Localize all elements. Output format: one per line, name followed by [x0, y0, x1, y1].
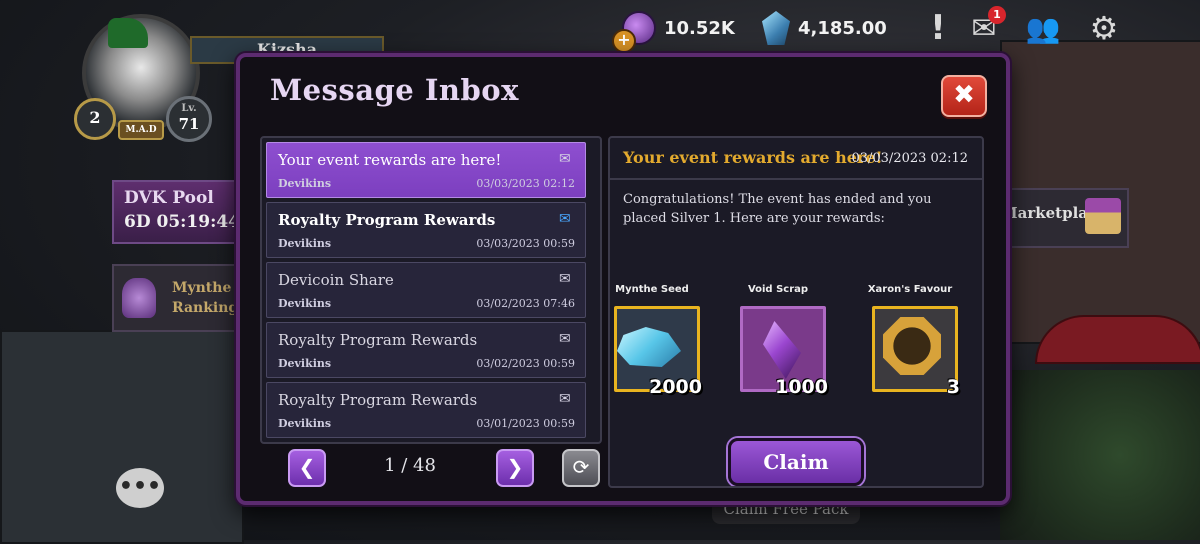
unread-mail-icon: ✉ [559, 211, 571, 227]
next-page-button[interactable]: ❯ [496, 449, 534, 487]
detail-body: Congratulations! The event has ended and… [623, 192, 932, 226]
message-date: 03/01/2023 00:59 [476, 417, 575, 430]
market-stall-icon [1085, 198, 1121, 234]
message-list: Your event rewards are here! ✉ Devikins … [260, 136, 602, 444]
mynthe-ranking-label: Mynthe Ranking [172, 278, 238, 318]
reward-name: Xaron's Favour [867, 284, 953, 295]
mail-icon[interactable]: ✉ 1 [966, 6, 1006, 46]
background-awning [1035, 315, 1200, 364]
message-item[interactable]: Your event rewards are here! ✉ Devikins … [266, 142, 586, 198]
read-mail-icon: ✉ [559, 271, 571, 287]
alert-icon[interactable]: ! [920, 8, 956, 48]
level-value: 71 [178, 115, 200, 133]
reward-slot [872, 306, 958, 392]
message-sender: Devikins [278, 177, 332, 190]
message-sender: Devikins [278, 237, 332, 250]
mail-count-badge: 1 [988, 6, 1006, 24]
dvk-pool-title: DVK Pool [124, 188, 214, 208]
friends-icon[interactable]: 👥 [1025, 10, 1061, 46]
page-indicator: 1 / 48 [384, 455, 436, 476]
message-sender: Devikins [278, 297, 332, 310]
rank-badge: 2 [74, 98, 116, 140]
message-title: Devicoin Share [278, 271, 394, 289]
claim-button[interactable]: Claim [728, 438, 864, 486]
chat-icon[interactable]: ••• [116, 468, 164, 508]
dvk-pool-timer: 6D 05:19:44 [124, 212, 241, 232]
mynthe-label-line1: Mynthe [172, 280, 232, 296]
void-scrap-icon [763, 321, 801, 379]
detail-title: Your event rewards are here! [623, 148, 883, 167]
currency-gem[interactable]: 4,185.00 [762, 11, 887, 45]
reward-item[interactable]: Void Scrap 1000 [728, 284, 828, 398]
message-date: 03/03/2023 00:59 [476, 237, 575, 250]
message-title: Royalty Program Rewards [278, 331, 478, 349]
level-label: Lv. [181, 103, 197, 114]
guild-badge: M.A.D [118, 120, 164, 140]
message-item[interactable]: Royalty Program Rewards ✉ Devikins 03/02… [266, 322, 586, 378]
refresh-button[interactable]: ⟳ [562, 449, 600, 487]
message-date: 03/02/2023 07:46 [476, 297, 575, 310]
reward-count: 3 [946, 376, 960, 398]
message-sender: Devikins [278, 357, 332, 370]
message-date: 03/02/2023 00:59 [476, 357, 575, 370]
reward-name: Mynthe Seed [615, 284, 689, 295]
currency-soul[interactable]: + 10.52K [612, 11, 735, 53]
close-button[interactable]: ✖ [941, 75, 987, 117]
add-currency-icon[interactable]: + [612, 29, 636, 53]
detail-date: 03/03/2023 02:12 [851, 151, 968, 166]
background-building [0, 330, 244, 544]
reward-count: 1000 [775, 376, 828, 398]
message-detail: Your event rewards are here! 03/03/2023 … [608, 136, 984, 488]
dvk-pool-card[interactable]: DVK Pool 6D 05:19:44 [112, 180, 244, 244]
message-date: 03/03/2023 02:12 [476, 177, 575, 190]
message-sender: Devikins [278, 417, 332, 430]
gem-icon [762, 11, 790, 45]
modal-title: Message Inbox [270, 73, 519, 107]
level-badge: Lv. 71 [166, 96, 212, 142]
xarons-favour-icon [883, 317, 941, 375]
background-foliage [1000, 370, 1200, 540]
soul-coin-icon: + [612, 11, 656, 53]
message-item[interactable]: Devicoin Share ✉ Devikins 03/02/2023 07:… [266, 262, 586, 318]
gear-icon[interactable]: ⚙ [1086, 9, 1122, 47]
reward-item[interactable]: Xaron's Favour 3 [860, 284, 960, 398]
currency-soul-value: 10.52K [664, 17, 735, 39]
mynthe-seed-icon [617, 327, 681, 367]
reward-count: 2000 [649, 376, 702, 398]
message-title: Royalty Program Rewards [278, 391, 478, 409]
read-mail-icon: ✉ [559, 391, 571, 407]
mynthe-label-line2: Ranking [172, 300, 239, 316]
mynthe-icon [122, 278, 156, 318]
message-title: Your event rewards are here! [278, 151, 502, 169]
read-mail-icon: ✉ [559, 331, 571, 347]
currency-gem-value: 4,185.00 [798, 17, 887, 39]
mynthe-ranking-card[interactable]: Mynthe Ranking [112, 264, 244, 332]
message-item[interactable]: Royalty Program Rewards ✉ Devikins 03/01… [266, 382, 586, 438]
message-title: Royalty Program Rewards [278, 211, 496, 229]
marketplace-card[interactable]: Marketplace [997, 188, 1129, 248]
message-item[interactable]: Royalty Program Rewards ✉ Devikins 03/03… [266, 202, 586, 258]
reward-item[interactable]: Mynthe Seed 2000 [610, 284, 702, 398]
read-mail-icon: ✉ [559, 151, 571, 167]
previous-page-button[interactable]: ❮ [288, 449, 326, 487]
reward-name: Void Scrap [747, 284, 809, 295]
divider [610, 178, 982, 180]
message-inbox-modal: Message Inbox ✖ Your event rewards are h… [236, 53, 1010, 505]
